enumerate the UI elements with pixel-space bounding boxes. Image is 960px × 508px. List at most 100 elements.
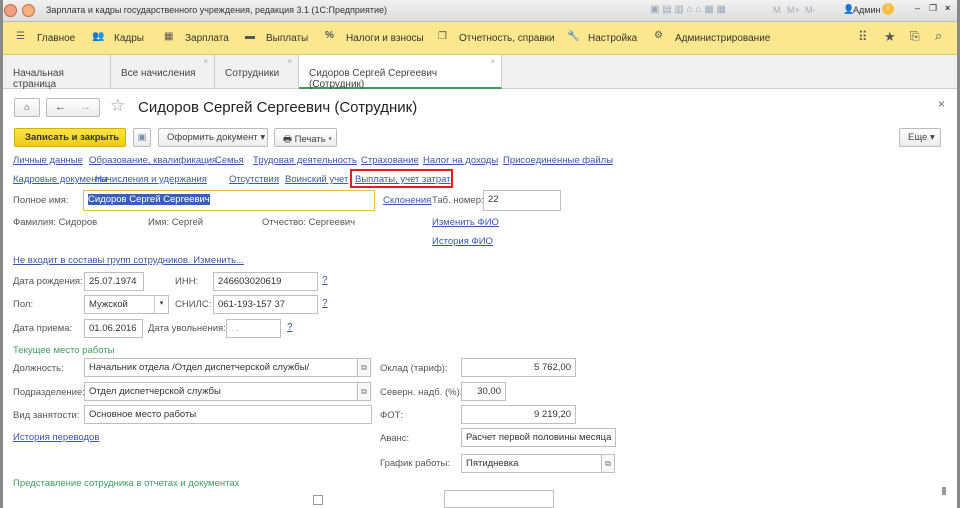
close-form-icon[interactable]: × (938, 97, 945, 111)
sex-value: Мужской (89, 299, 128, 310)
menu-item-settings[interactable]: Настройка (588, 33, 637, 44)
schedule-input[interactable]: Пятидневка (461, 454, 602, 473)
department-input[interactable]: Отдел диспетчерской службы (84, 382, 358, 401)
create-document-button[interactable]: Оформить документ ▾ (158, 128, 268, 147)
sex-select[interactable]: Мужской ▾ (84, 295, 169, 314)
menu-item-salary[interactable]: Зарплата (185, 33, 229, 44)
link-absences[interactable]: Отсутствия (229, 174, 279, 185)
inn-input[interactable]: 246603020619 (213, 272, 318, 291)
minimize-icon[interactable]: – (915, 3, 920, 13)
favorite-star-icon[interactable]: ☆ (110, 96, 125, 116)
snils-input[interactable]: 061-193-157 37 (213, 295, 318, 314)
link-payments-costs[interactable]: Выплаты, учет затрат (355, 174, 451, 185)
tab-label: Сидоров Сергей Сергеевич (Сотрудник) (309, 68, 438, 90)
dismiss-date-input[interactable]: . . (226, 319, 281, 338)
hire-date-input[interactable]: 01.06.2016 (84, 319, 143, 338)
home-button[interactable]: ⌂ (14, 98, 40, 117)
printer-icon: 🖶 (283, 134, 292, 145)
declensions-link[interactable]: Склонения (383, 195, 431, 206)
dropdown-arrow-icon: ▾ (929, 132, 935, 143)
memory-mminus[interactable]: M- (805, 5, 816, 15)
forward-arrow-icon[interactable]: → (80, 101, 91, 113)
representation-checkbox[interactable] (313, 495, 323, 505)
open-position-button[interactable]: ⧉ (357, 358, 371, 377)
info-icon[interactable]: i (882, 3, 894, 15)
dropdown-arrow-icon[interactable]: ▾ (154, 296, 168, 313)
documents-icon: ❐ (438, 31, 447, 42)
inn-help-link[interactable]: ? (322, 275, 328, 286)
snils-help-link[interactable]: ? (322, 298, 328, 309)
transfer-history-link[interactable]: История переводов (13, 432, 99, 443)
menu-item-payments[interactable]: Выплаты (266, 33, 308, 44)
close-tab-icon[interactable]: × (203, 57, 208, 66)
full-name-value: Сидоров Сергей Сергеевич (88, 194, 210, 205)
save-and-close-button[interactable]: Записать и закрыть (14, 128, 126, 147)
close-window-icon[interactable]: × (945, 3, 950, 13)
fot-input[interactable]: 9 219,20 (461, 405, 576, 424)
more-button[interactable]: Еще ▾ (899, 128, 941, 147)
menu-item-admin[interactable]: Администрирование (675, 33, 770, 44)
link-income-tax[interactable]: Налог на доходы (423, 155, 498, 166)
dismiss-help-link[interactable]: ? (287, 322, 293, 333)
save-button[interactable]: ▣ (133, 128, 151, 147)
link-labor-activity[interactable]: Трудовая деятельность (253, 155, 357, 166)
user-name[interactable]: Админ (853, 5, 880, 15)
advance-input[interactable]: Расчет первой половины месяца (461, 428, 616, 447)
print-button[interactable]: 🖶 Печать ▾ (274, 128, 337, 147)
link-attached-files[interactable]: Присоединенные файлы (503, 155, 613, 166)
open-department-button[interactable]: ⧉ (357, 382, 371, 401)
birth-date-label: Дата рождения: (13, 276, 83, 287)
card-icon: ▬ (245, 31, 255, 42)
tab-number-input[interactable]: 22 (483, 190, 561, 211)
birth-date-input[interactable]: 25.07.1974 (84, 272, 144, 291)
menu-item-reports[interactable]: Отчетность, справки (459, 33, 555, 44)
link-military[interactable]: Воинский учет (285, 174, 348, 185)
schedule-label: График работы: (380, 458, 450, 469)
toolbar-icons[interactable]: ▣ ▤ ▥ ⌂ ⌂ ▦ ▦ (650, 4, 726, 15)
advance-label: Аванс: (380, 433, 410, 444)
employment-type-input[interactable]: Основное место работы (84, 405, 372, 424)
memory-mplus[interactable]: M+ (787, 5, 800, 15)
representation-input[interactable] (444, 490, 554, 508)
position-input[interactable]: Начальник отдела /Отдел диспетчерской сл… (84, 358, 358, 377)
memory-m[interactable]: M (773, 5, 781, 15)
link-education[interactable]: Образование, квалификация (89, 155, 217, 166)
favorites-star-icon[interactable]: ★ (884, 29, 896, 45)
close-tab-icon[interactable]: × (287, 57, 292, 66)
dismiss-date-label: Дата увольнения: (148, 323, 226, 334)
salary-input[interactable]: 5 762,00 (461, 358, 576, 377)
percent-icon: % (325, 30, 334, 41)
menu-item-main[interactable]: Главное (37, 33, 75, 44)
apps-grid-icon[interactable]: ⠿ (858, 29, 868, 45)
tab-employees[interactable]: Сотрудники × (215, 55, 299, 89)
close-tab-icon[interactable]: × (490, 57, 495, 66)
menu-item-taxes[interactable]: Налоги и взносы (346, 33, 424, 44)
link-hr-documents[interactable]: Кадровые документы (13, 174, 108, 185)
link-insurance[interactable]: Страхование (361, 155, 419, 166)
tab-all-accruals[interactable]: Все начисления × (111, 55, 215, 89)
north-bonus-label: Северн. надб. (%): (380, 387, 463, 398)
history-fio-link[interactable]: История ФИО (432, 236, 493, 247)
link-personal-data[interactable]: Личные данные (13, 155, 83, 166)
back-arrow-icon[interactable]: ← (55, 101, 66, 113)
scroll-handle[interactable] (942, 487, 946, 495)
maximize-icon[interactable]: ❐ (929, 3, 937, 14)
search-icon[interactable]: ⌕ (935, 28, 942, 44)
fot-label: ФОТ: (380, 410, 404, 421)
employee-groups-link[interactable]: Не входит в составы групп сотрудников. И… (13, 255, 244, 266)
menu-item-hr[interactable]: Кадры (114, 33, 144, 44)
button-label: Еще (908, 132, 928, 143)
north-bonus-input[interactable]: 30,00 (461, 382, 506, 401)
link-accruals[interactable]: Начисления и удержания (95, 174, 207, 185)
link-family[interactable]: Семья (215, 155, 244, 166)
open-schedule-button[interactable]: ⧉ (601, 454, 615, 473)
current-work-section: Текущее место работы (13, 345, 115, 356)
history-icon[interactable]: ⎘ (910, 29, 920, 44)
department-label: Подразделение: (13, 387, 85, 398)
app-menu-icon[interactable] (22, 4, 35, 17)
tab-home[interactable]: Начальная страница (3, 55, 111, 90)
full-name-label: Полное имя: (13, 195, 69, 206)
tab-employee-card[interactable]: Сидоров Сергей Сергеевич (Сотрудник) × (299, 55, 502, 90)
change-fio-link[interactable]: Изменить ФИО (432, 217, 499, 228)
full-name-input[interactable]: Сидоров Сергей Сергеевич (83, 190, 375, 211)
